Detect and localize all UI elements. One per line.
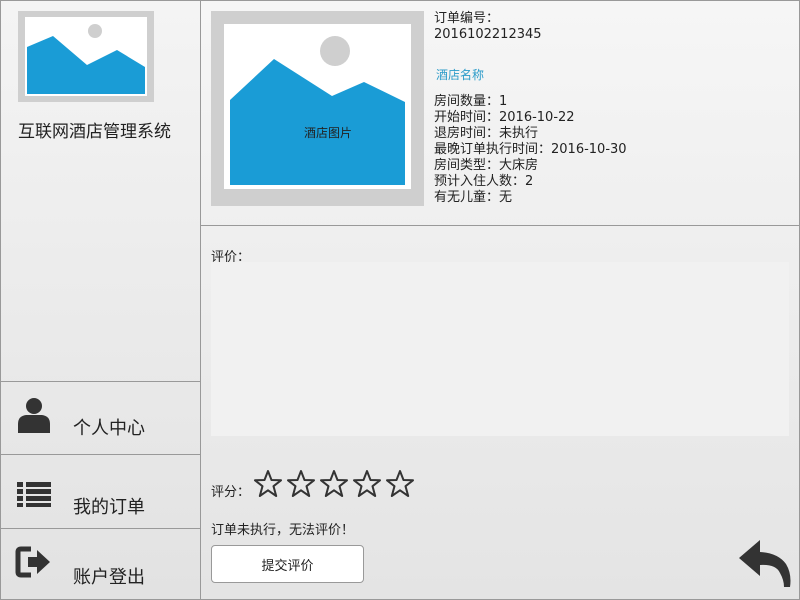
star-icon[interactable] <box>385 469 415 499</box>
star-icon[interactable] <box>253 469 283 499</box>
start-time: 开始时间：2016-10-22 <box>434 110 575 125</box>
logout-icon <box>15 546 50 578</box>
sidebar-item-label: 我的订单 <box>73 497 145 518</box>
star-icon[interactable] <box>286 469 316 499</box>
status-message: 订单未执行，无法评价！ <box>211 523 355 538</box>
order-number-block: 订单编号： 2016102212345 <box>434 11 542 43</box>
sidebar: 互联网酒店管理系统 个人中心 我的订单 账户登出 <box>1 1 201 599</box>
back-arrow-icon[interactable] <box>736 536 792 588</box>
order-detail-panel: 酒店图片 订单编号： 2016102212345 酒店名称 房间数量：1 开始时… <box>201 1 799 599</box>
hotel-name-link[interactable]: 酒店名称 <box>436 66 484 83</box>
latest-execution-time: 最晚订单执行时间：2016-10-30 <box>434 142 627 157</box>
section-divider <box>201 225 799 226</box>
rating-label: 评分： <box>211 485 251 500</box>
order-number-value: 2016102212345 <box>434 27 542 42</box>
sidebar-item-personal-center[interactable]: 个人中心 <box>1 381 200 454</box>
sidebar-item-logout[interactable]: 账户登出 <box>1 528 200 600</box>
image-placeholder-icon <box>27 24 145 94</box>
hotel-image: 酒店图片 <box>211 11 424 206</box>
sidebar-item-label: 个人中心 <box>73 418 145 439</box>
list-icon <box>17 482 51 507</box>
star-icon[interactable] <box>319 469 349 499</box>
checkout-time: 退房时间：未执行 <box>434 126 539 141</box>
room-type: 房间类型：大床房 <box>434 158 539 173</box>
user-icon <box>18 398 50 433</box>
star-icon[interactable] <box>352 469 382 499</box>
image-placeholder-icon <box>230 36 405 185</box>
order-number-label: 订单编号： <box>434 11 500 26</box>
children-flag: 有无儿童：无 <box>434 190 513 205</box>
order-details: 房间数量：1 开始时间：2016-10-22 退房时间：未执行 最晚订单执行时间… <box>434 94 627 206</box>
review-textarea[interactable] <box>211 262 789 436</box>
logo-placeholder <box>18 11 154 102</box>
hotel-image-label: 酒店图片 <box>304 126 353 140</box>
sidebar-item-my-orders[interactable]: 我的订单 <box>1 454 200 527</box>
submit-review-button[interactable]: 提交评价 <box>211 545 364 583</box>
expected-guests: 预计入住人数：2 <box>434 174 534 189</box>
system-title: 互联网酒店管理系统 <box>18 122 171 142</box>
app-window: 互联网酒店管理系统 个人中心 我的订单 账户登出 酒店图片 订单编号： 2016… <box>0 0 800 600</box>
sidebar-item-label: 账户登出 <box>73 567 145 588</box>
room-count: 房间数量：1 <box>434 94 508 109</box>
